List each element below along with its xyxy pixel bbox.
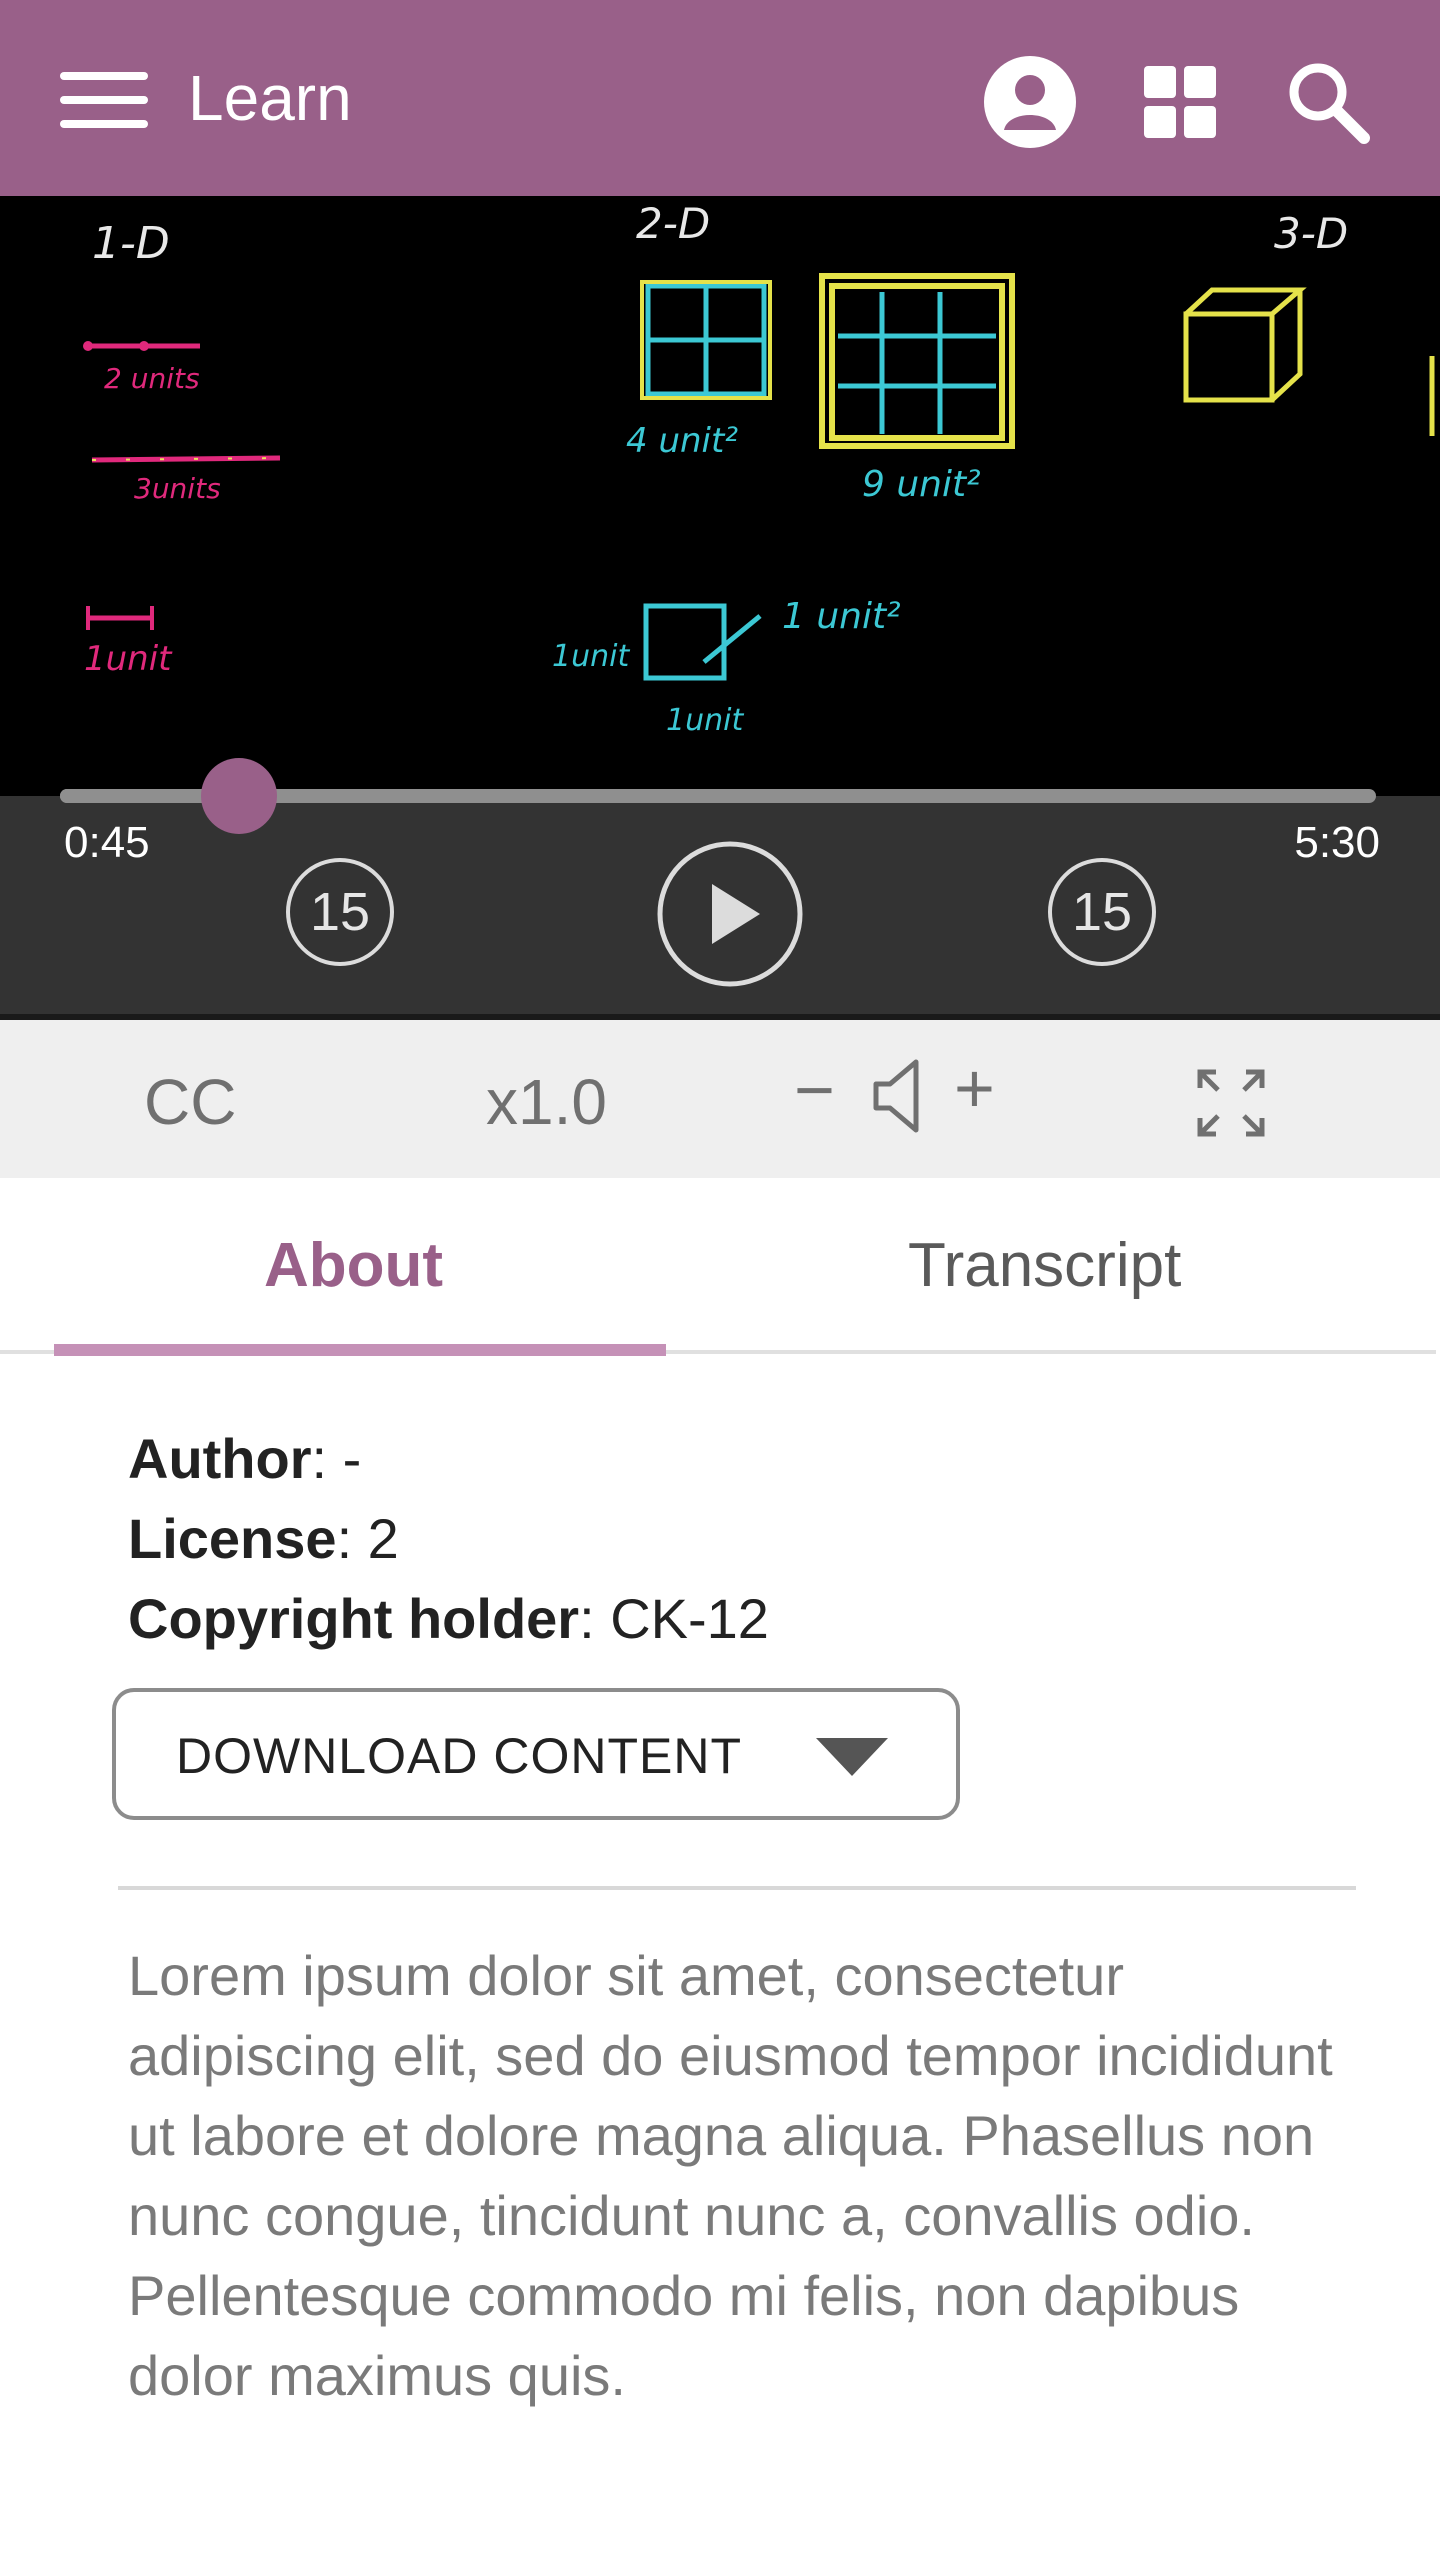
download-content-button[interactable]: DOWNLOAD CONTENT (112, 1688, 960, 1820)
apps-grid-icon[interactable] (1130, 52, 1230, 152)
label-1d: 1-D (92, 218, 170, 269)
menu-icon[interactable] (56, 68, 156, 132)
volume-up-button[interactable]: + (954, 1048, 995, 1128)
label-1-unit-line: 1unit (84, 639, 173, 679)
copyright-holder-label: Copyright holder (128, 1587, 580, 1650)
label-3-units: 3units (134, 472, 221, 505)
label-2d: 2-D (636, 199, 710, 248)
tab-transcript[interactable]: Transcript (908, 1226, 1181, 1306)
active-tab-indicator (54, 1344, 666, 1356)
label-4-unit-sq: 4 unit² (626, 421, 738, 461)
fullscreen-icon[interactable] (1196, 1068, 1266, 1138)
skip-back-button[interactable]: 15 (284, 856, 396, 968)
skip-forward-button[interactable]: 15 (1046, 856, 1158, 968)
skip-forward-label: 15 (1072, 882, 1132, 942)
content-divider (118, 1886, 1356, 1890)
volume-icon[interactable] (872, 1056, 928, 1136)
search-icon[interactable] (1278, 52, 1378, 152)
play-icon (712, 884, 760, 944)
license-value: : 2 (336, 1507, 399, 1570)
dropdown-caret-icon (816, 1738, 888, 1776)
current-time: 0:45 (64, 818, 150, 867)
author-value: : - (311, 1427, 362, 1490)
total-time: 5:30 (1294, 818, 1380, 867)
label-2-units: 2 units (104, 362, 200, 395)
license-label: License (128, 1507, 337, 1570)
user-icon[interactable] (980, 52, 1080, 152)
captions-button[interactable]: CC (144, 1062, 236, 1142)
app-bar: Learn (0, 0, 1440, 196)
content-tabs: About Transcript (0, 1178, 1440, 1356)
video-frame[interactable]: 1-D 2 units 3units 1unit 2-D 4 unit² 9 u… (0, 196, 1440, 796)
label-9-unit-sq: 9 unit² (862, 464, 981, 505)
app-title: Learn (188, 62, 352, 134)
download-content-label: DOWNLOAD CONTENT (176, 1728, 742, 1784)
copyright-holder-line: Copyright holder: CK-12 (128, 1584, 769, 1654)
label-3d: 3-D (1274, 209, 1348, 258)
volume-down-button[interactable]: − (794, 1050, 835, 1130)
copyright-holder-value: : CK-12 (579, 1587, 769, 1650)
label-1-unit-side: 1unit (552, 639, 630, 674)
player-controls: 0:45 5:30 15 15 (0, 758, 1440, 1014)
skip-back-label: 15 (310, 882, 370, 942)
label-1-unit-bottom: 1unit (666, 703, 744, 738)
license-line: License: 2 (128, 1504, 399, 1574)
tab-about[interactable]: About (264, 1226, 443, 1306)
progress-thumb[interactable] (200, 758, 277, 834)
speed-button[interactable]: x1.0 (486, 1062, 607, 1142)
options-bar: CC x1.0 − + (0, 1014, 1440, 1178)
author-line: Author: - (128, 1424, 361, 1494)
description-text: Lorem ipsum dolor sit amet, consectetur … (128, 1944, 1333, 2407)
author-label: Author (128, 1427, 312, 1490)
play-button[interactable] (656, 840, 804, 988)
label-1-unit-sq: 1 unit² (782, 596, 901, 637)
